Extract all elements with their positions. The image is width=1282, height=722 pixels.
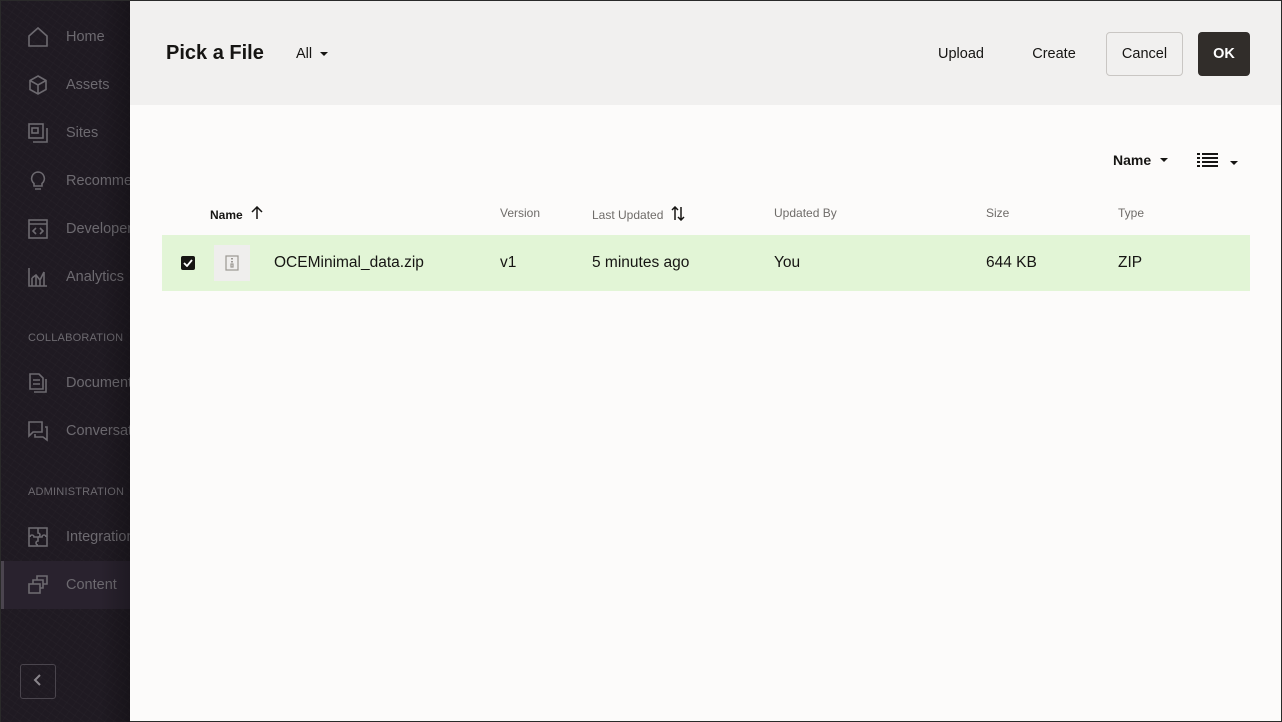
cube-icon: [27, 74, 49, 96]
sidebar-item-home[interactable]: Home: [1, 13, 130, 61]
cancel-button[interactable]: Cancel: [1106, 32, 1183, 76]
column-header-updated-by[interactable]: Updated By: [774, 206, 837, 220]
upload-button[interactable]: Upload: [925, 32, 997, 76]
caret-down-icon: [1160, 158, 1169, 162]
lightbulb-icon: [27, 170, 49, 192]
code-window-icon: [27, 218, 49, 240]
caret-down-icon: [1230, 160, 1238, 165]
sidebar-item-analytics[interactable]: Analytics: [1, 253, 130, 301]
dialog-title: Pick a File: [166, 42, 264, 64]
document-icon: [27, 372, 49, 394]
sort-selected-value: Name: [1113, 152, 1152, 168]
chevron-left-icon: [33, 673, 43, 691]
sidebar-item-assets[interactable]: Assets: [1, 61, 130, 109]
sidebar-item-recommendations[interactable]: Recommendations: [1, 157, 130, 205]
zip-file-icon: [214, 245, 250, 281]
collapse-sidebar-button[interactable]: [20, 664, 56, 699]
file-version: v1: [500, 254, 517, 271]
sidebar-item-label: Assets: [66, 77, 110, 93]
sort-dropdown[interactable]: Name: [1113, 152, 1169, 168]
column-header-last-updated[interactable]: Last Updated: [592, 205, 685, 224]
list-view-icon: [1197, 152, 1218, 173]
sidebar-item-sites[interactable]: Sites: [1, 109, 130, 157]
puzzle-icon: [27, 526, 49, 548]
file-last-updated: 5 minutes ago: [592, 254, 690, 271]
sidebar-item-label: Recommendations: [66, 173, 130, 189]
filter-selected-value: All: [296, 46, 313, 62]
column-label: Last Updated: [592, 208, 664, 222]
table-row[interactable]: OCEMinimal_data.zip v1 5 minutes ago You…: [162, 235, 1250, 291]
column-label: Version: [500, 206, 541, 220]
sort-ascending-icon: [251, 205, 263, 223]
section-title-administration: ADMINISTRATION: [28, 486, 125, 498]
conversation-icon: [27, 420, 49, 442]
sidebar: Home Assets Sites Recommendations Develo…: [1, 1, 130, 722]
sidebar-item-label: Home: [66, 29, 105, 45]
file-size: 644 KB: [986, 254, 1037, 271]
column-header-version[interactable]: Version: [500, 206, 540, 220]
bar-chart-icon: [27, 266, 49, 288]
ok-button[interactable]: OK: [1198, 32, 1250, 76]
sidebar-item-label: Sites: [66, 125, 99, 141]
sidebar-item-label: Developer: [66, 221, 130, 237]
caret-down-icon: [320, 52, 329, 56]
file-updated-by: You: [774, 254, 801, 271]
column-label: Type: [1118, 206, 1145, 220]
sort-toggle-icon: [671, 205, 685, 224]
column-header-name[interactable]: Name: [210, 205, 263, 223]
sidebar-item-label: Analytics: [66, 269, 125, 285]
filter-dropdown[interactable]: All: [296, 46, 329, 62]
sidebar-item-label: Conversations: [66, 423, 130, 439]
row-checkbox[interactable]: [181, 256, 195, 270]
sites-icon: [27, 122, 49, 144]
column-header-size[interactable]: Size: [986, 206, 1009, 220]
sidebar-item-conversations[interactable]: Conversations: [1, 407, 130, 455]
dialog-header: Pick a File All Upload Create Cancel OK: [130, 1, 1281, 105]
sidebar-item-documents[interactable]: Documents: [1, 359, 130, 407]
view-mode-dropdown[interactable]: [1197, 152, 1238, 173]
sidebar-item-content[interactable]: Content: [1, 561, 130, 609]
sidebar-item-label: Content: [66, 577, 117, 593]
sidebar-item-label: Integrations: [66, 529, 130, 545]
file-name[interactable]: OCEMinimal_data.zip: [274, 254, 424, 272]
home-icon: [27, 26, 49, 48]
create-button[interactable]: Create: [1018, 32, 1090, 76]
column-label: Updated By: [774, 206, 837, 220]
stacked-windows-icon: [27, 574, 49, 596]
column-label: Name: [210, 207, 243, 222]
sidebar-item-label: Documents: [66, 375, 130, 391]
sidebar-item-integrations[interactable]: Integrations: [1, 513, 130, 561]
column-header-type[interactable]: Type: [1118, 206, 1144, 220]
sidebar-item-developer[interactable]: Developer: [1, 205, 130, 253]
file-type: ZIP: [1118, 254, 1143, 271]
column-label: Size: [986, 206, 1010, 220]
section-title-collaboration: COLLABORATION: [28, 332, 124, 344]
